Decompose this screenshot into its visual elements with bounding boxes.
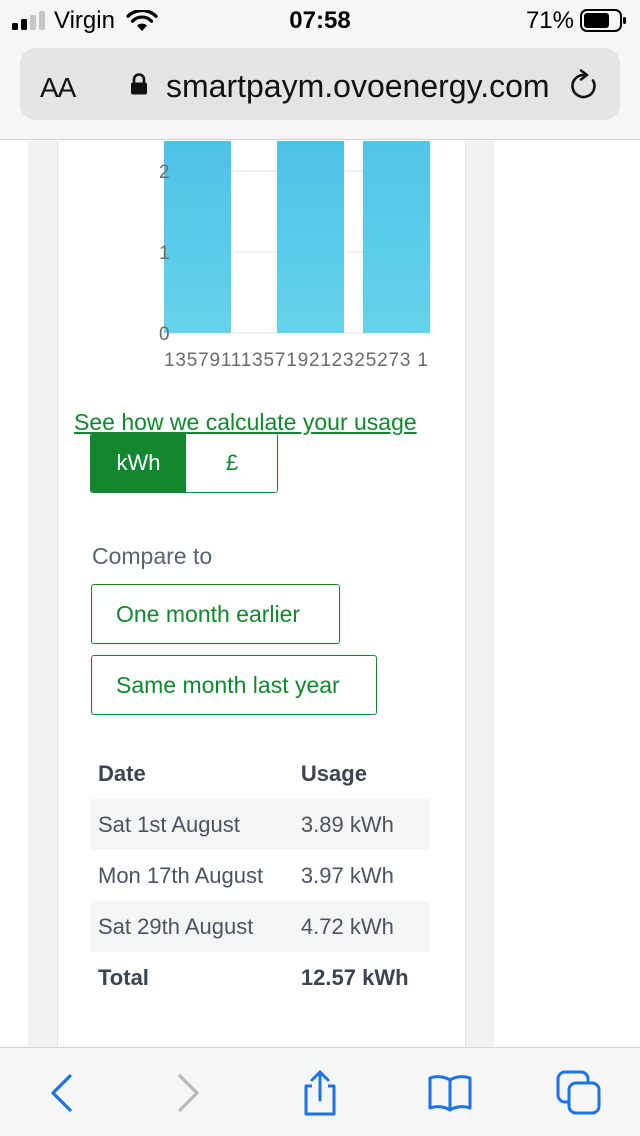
browser-toolbar <box>0 1047 640 1136</box>
calculate-usage-link[interactable]: See how we calculate your usage <box>74 409 417 436</box>
back-icon[interactable] <box>38 1070 84 1116</box>
date-column-header: Date <box>98 761 146 786</box>
web-page: 0 1 2 1357911135719212325273 1 See how we … <box>0 141 640 1047</box>
unit-toggle: kWh £ <box>90 433 278 493</box>
table-total-row: Total 12.57 kWh <box>91 952 430 1003</box>
tabs-icon[interactable] <box>556 1070 602 1116</box>
table-row: Sat 1st August 3.89 kWh <box>91 799 430 850</box>
total-label: Total <box>98 964 149 990</box>
table-header-row: Date Usage <box>91 749 430 799</box>
one-month-earlier-button[interactable]: One month earlier <box>91 584 340 644</box>
row-date: Sat 29th August <box>91 901 296 952</box>
forward-icon[interactable] <box>166 1070 212 1116</box>
usage-chart: 0 1 2 1357911135719212325273 1 <box>159 141 430 371</box>
row-usage: 4.72 kWh <box>295 901 430 952</box>
usage-bar[interactable] <box>363 141 430 333</box>
reload-icon[interactable] <box>568 68 600 102</box>
bookmarks-icon[interactable] <box>427 1070 473 1116</box>
y-axis-tick-label: 1 <box>159 243 170 264</box>
usage-bar[interactable] <box>164 141 231 333</box>
compare-to-label: Compare to <box>92 543 213 569</box>
usage-bar[interactable] <box>277 141 344 333</box>
lock-icon <box>131 73 147 95</box>
battery-percentage: 71% <box>525 7 574 34</box>
table-row: Sat 29th August 4.72 kWh <box>91 901 430 952</box>
pound-toggle-button[interactable]: £ <box>186 434 277 492</box>
row-usage: 3.97 kWh <box>300 862 394 888</box>
kwh-toggle-button[interactable]: kWh <box>91 434 186 492</box>
url-text[interactable]: smartpaym.ovoenergy.com <box>166 68 568 105</box>
usage-table: Date Usage Sat 1st August 3.89 kWh Mon 1… <box>91 749 430 1003</box>
row-usage: 3.89 kWh <box>295 799 430 850</box>
text-size-button[interactable]: AA <box>40 72 76 104</box>
same-month-last-year-button[interactable]: Same month last year <box>91 655 377 715</box>
share-icon[interactable] <box>297 1070 343 1116</box>
y-axis-tick-label: 0 <box>159 324 170 345</box>
row-date: Sat 1st August <box>91 799 296 850</box>
battery-icon <box>580 9 626 32</box>
y-axis-tick-label: 2 <box>159 162 170 183</box>
x-axis-tick-labels: 1357911135719212325273 1 <box>164 350 429 371</box>
row-date: Mon 17th August <box>98 862 264 888</box>
browser-address-area: AA smartpaym.ovoenergy.com <box>0 42 640 140</box>
table-row: Mon 17th August 3.97 kWh <box>91 850 430 901</box>
total-usage: 12.57 kWh <box>300 964 409 990</box>
status-bar: Virgin 07:58 71% <box>0 0 640 42</box>
usage-column-header: Usage <box>300 761 367 786</box>
address-bar[interactable]: AA smartpaym.ovoenergy.com <box>20 48 620 120</box>
